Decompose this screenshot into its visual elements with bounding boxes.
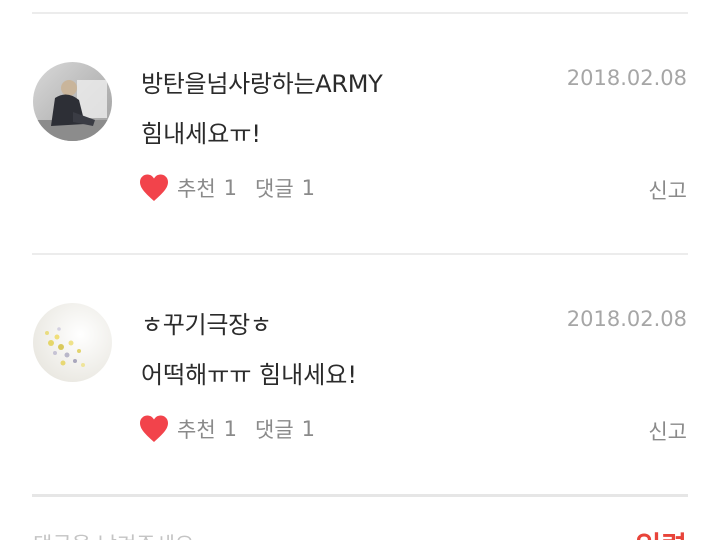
comment-text: 어떡해ㅠㅠ 힘내세요! bbox=[141, 361, 357, 389]
comment-input[interactable]: 댓글을 남겨주세요 bbox=[33, 529, 194, 540]
comment-date: 2018.02.08 bbox=[566, 66, 687, 90]
comment-list-screen: 방탄을넘사랑하는ARMY 2018.02.08 힘내세요ㅠ! 추천 1 댓글 1… bbox=[0, 0, 720, 540]
avatar[interactable] bbox=[33, 303, 112, 382]
comment-username[interactable]: 방탄을넘사랑하는ARMY bbox=[141, 64, 383, 99]
comment-date: 2018.02.08 bbox=[566, 307, 687, 331]
report-button[interactable]: 신고 bbox=[648, 416, 687, 446]
reply-count: 1 bbox=[301, 176, 316, 200]
submit-button[interactable]: 입력 bbox=[635, 525, 687, 540]
reply-count: 1 bbox=[301, 417, 316, 441]
reply-label[interactable]: 댓글 bbox=[255, 173, 294, 203]
like-label[interactable]: 추천 bbox=[177, 173, 216, 203]
comment-username[interactable]: ㅎ꾸기극장ㅎ bbox=[141, 305, 272, 340]
comment-actions: 추천 1 댓글 1 bbox=[139, 172, 333, 204]
like-count: 1 bbox=[223, 176, 238, 200]
like-label[interactable]: 추천 bbox=[177, 414, 216, 444]
comment-text: 힘내세요ㅠ! bbox=[141, 120, 262, 148]
heart-icon[interactable] bbox=[139, 174, 169, 202]
like-count: 1 bbox=[223, 417, 238, 441]
comment-item: 방탄을넘사랑하는ARMY 2018.02.08 힘내세요ㅠ! 추천 1 댓글 1… bbox=[0, 14, 720, 254]
reply-label[interactable]: 댓글 bbox=[255, 414, 294, 444]
comment-item: ㅎ꾸기극장ㅎ 2018.02.08 어떡해ㅠㅠ 힘내세요! 추천 1 댓글 1 … bbox=[0, 255, 720, 495]
comment-input-bar: 댓글을 남겨주세요 입력 bbox=[0, 497, 720, 540]
avatar[interactable] bbox=[33, 62, 112, 141]
heart-icon[interactable] bbox=[139, 415, 169, 443]
comment-actions: 추천 1 댓글 1 bbox=[139, 413, 333, 445]
report-button[interactable]: 신고 bbox=[648, 175, 687, 205]
